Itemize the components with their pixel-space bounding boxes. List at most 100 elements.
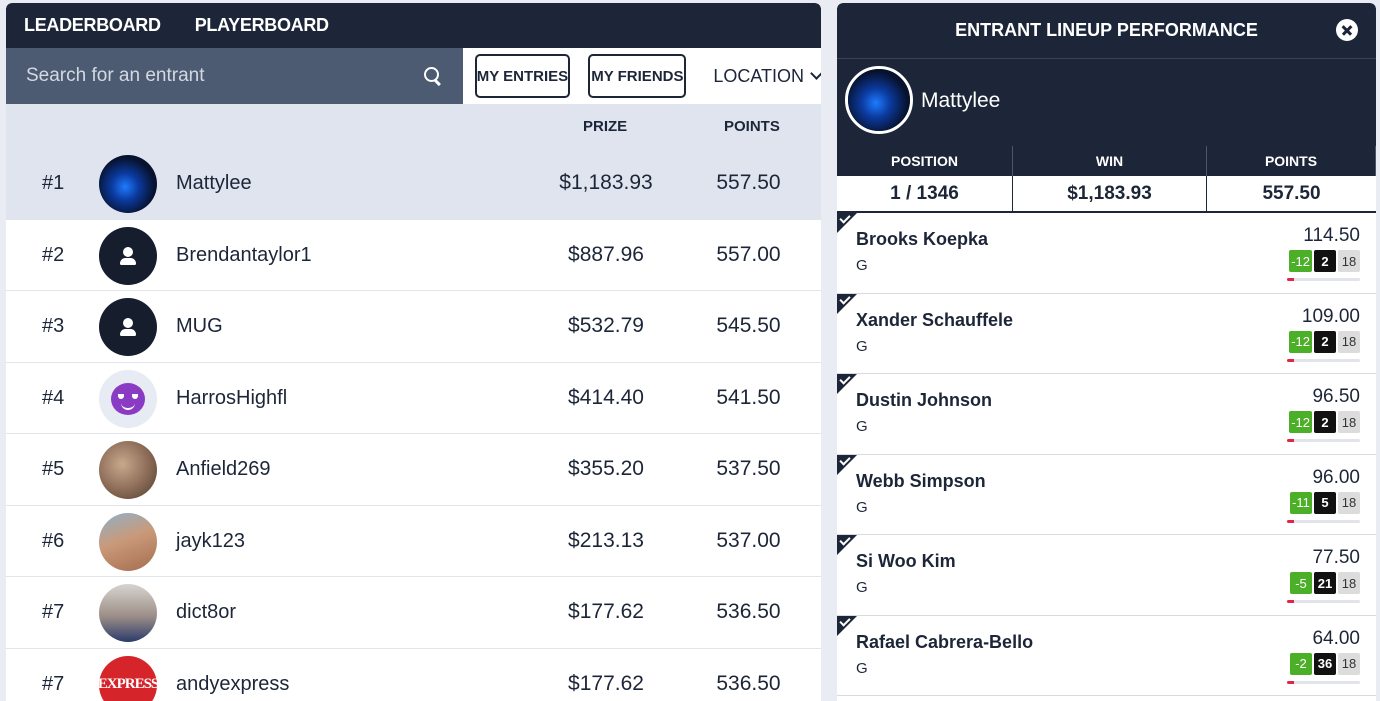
prize: $355.20 <box>568 457 644 480</box>
express-logo: EXPRESS <box>99 676 157 692</box>
panel-header: ENTRANT LINEUP PERFORMANCE <box>837 3 1376 59</box>
leaderboard-row[interactable]: #2 Brendantaylor1 $887.96 557.00 <box>6 219 821 291</box>
tab-bar: LEADERBOARD PLAYERBOARD <box>6 3 821 48</box>
player-points: 96.50 <box>1312 386 1360 407</box>
points-value: 557.50 <box>1207 176 1376 213</box>
player-position: G <box>856 498 868 516</box>
panel-username: Mattylee <box>921 89 1001 112</box>
player-stats: -12 2 18 <box>1289 330 1360 353</box>
lineup-panel: ENTRANT LINEUP PERFORMANCE Mattylee POSI… <box>837 3 1376 701</box>
points-column-header: POINTS <box>724 118 780 135</box>
checkmark-icon <box>837 213 857 233</box>
position-value: 1 / 1346 <box>837 176 1013 213</box>
player-row[interactable]: Rafael Cabrera-Bello G 64.00 -2 36 18 <box>837 615 1376 696</box>
score-badge: -12 <box>1289 250 1312 272</box>
win-label: WIN <box>1013 146 1207 176</box>
player-stats: -2 36 18 <box>1290 652 1360 675</box>
player-points: 96.00 <box>1312 466 1360 488</box>
search-icon[interactable] <box>423 66 443 86</box>
player-points: 64.00 <box>1312 627 1360 649</box>
close-icon[interactable] <box>1336 19 1358 41</box>
avatar <box>99 441 157 499</box>
player-name: Webb Simpson <box>856 470 986 491</box>
leaderboard-row[interactable]: #7 dict8or $177.62 536.50 <box>6 577 821 649</box>
player-row[interactable]: Dustin Johnson G 96.50 -12 2 18 <box>837 374 1376 455</box>
hole-badge: 18 <box>1338 491 1360 514</box>
leaderboard-row[interactable]: #7 EXPRESS andyexpress $177.62 536.50 <box>6 648 821 701</box>
progress-bar <box>1287 278 1360 281</box>
progress-fill <box>1287 680 1295 684</box>
position-label: POSITION <box>837 146 1013 176</box>
progress-bar <box>1287 439 1360 442</box>
leaderboard-row[interactable]: #5 Anfield269 $355.20 537.50 <box>6 434 821 506</box>
rank: #5 <box>42 458 65 480</box>
player-position: G <box>856 579 868 596</box>
avatar <box>99 155 157 213</box>
progress-bar <box>1287 358 1360 362</box>
avatar <box>99 298 157 356</box>
leaderboard-row[interactable]: #3 MUG $532.79 545.50 <box>6 291 821 363</box>
rank: #1 <box>42 172 65 194</box>
place-badge: 2 <box>1314 250 1336 272</box>
progress-fill <box>1287 600 1295 603</box>
player-row[interactable]: Si Woo Kim G 77.50 -5 21 18 <box>837 535 1376 616</box>
player-row[interactable]: Webb Simpson G 96.00 -11 5 18 <box>837 454 1376 535</box>
checkmark-icon <box>837 293 857 314</box>
column-header: PRIZE POINTS <box>6 104 821 148</box>
location-label: LOCATION <box>713 65 804 86</box>
player-name: Rafael Cabrera-Bello <box>856 631 1034 652</box>
rank: #7 <box>42 601 65 623</box>
user-icon <box>119 246 137 265</box>
progress-fill <box>1287 278 1295 281</box>
entrant-name: andyexpress <box>176 672 290 695</box>
points: 541.50 <box>716 385 781 409</box>
checkmark-icon <box>837 454 857 475</box>
leaderboard-row[interactable]: #1 Mattylee $1,183.93 557.50 <box>6 148 821 220</box>
score-badge: -2 <box>1290 652 1312 675</box>
location-dropdown[interactable]: LOCATION <box>713 66 821 87</box>
progress-bar <box>1287 600 1360 603</box>
my-entries-button[interactable]: MY ENTRIES <box>474 54 571 98</box>
toolbar: MY ENTRIES MY FRIENDS LOCATION <box>6 48 821 104</box>
progress-fill <box>1287 439 1295 442</box>
player-position: G <box>856 418 868 435</box>
player-points: 77.50 <box>1312 547 1360 568</box>
search-input[interactable] <box>26 65 406 87</box>
leaderboard-row[interactable]: #6 jayk123 $213.13 537.00 <box>6 505 821 577</box>
checkmark-icon <box>837 615 857 636</box>
hole-badge: 18 <box>1338 250 1360 272</box>
leaderboard-row[interactable]: #4 HarrosHighfl $414.40 541.50 <box>6 362 821 434</box>
hole-badge: 18 <box>1338 652 1360 675</box>
entrant-name: dict8or <box>176 601 237 623</box>
player-row[interactable]: Xander Schauffele G 109.00 -12 2 18 <box>837 293 1376 374</box>
rank: #4 <box>42 386 65 409</box>
player-name: Dustin Johnson <box>856 390 992 410</box>
player-position: G <box>856 337 868 355</box>
points: 557.50 <box>716 171 781 194</box>
player-points: 114.50 <box>1303 225 1360 246</box>
my-friends-button[interactable]: MY FRIENDS <box>588 54 687 98</box>
progress-bar <box>1287 680 1360 684</box>
avatar <box>99 369 157 428</box>
prize: $887.96 <box>568 242 644 266</box>
entrant-name: Brendantaylor1 <box>176 243 312 266</box>
points: 536.50 <box>716 600 781 623</box>
search-bar <box>6 48 463 104</box>
entrant-name: MUG <box>176 315 223 337</box>
rank: #6 <box>42 529 65 552</box>
points: 537.50 <box>716 457 781 480</box>
points-label: POINTS <box>1207 146 1376 176</box>
progress-fill <box>1287 519 1295 523</box>
prize: $177.62 <box>568 671 644 695</box>
tab-leaderboard[interactable]: LEADERBOARD <box>24 15 161 36</box>
place-badge: 36 <box>1314 652 1336 675</box>
player-row[interactable]: Brooks Koepka G 114.50 -12 2 18 <box>837 213 1376 294</box>
place-badge: 21 <box>1314 572 1336 594</box>
user-icon <box>119 318 137 336</box>
hole-badge: 18 <box>1338 330 1360 353</box>
rank: #7 <box>42 672 65 695</box>
player-stats: -12 2 18 <box>1289 250 1360 272</box>
tab-playerboard[interactable]: PLAYERBOARD <box>195 15 329 36</box>
place-badge: 2 <box>1314 330 1336 353</box>
player-name: Xander Schauffele <box>856 309 1014 330</box>
